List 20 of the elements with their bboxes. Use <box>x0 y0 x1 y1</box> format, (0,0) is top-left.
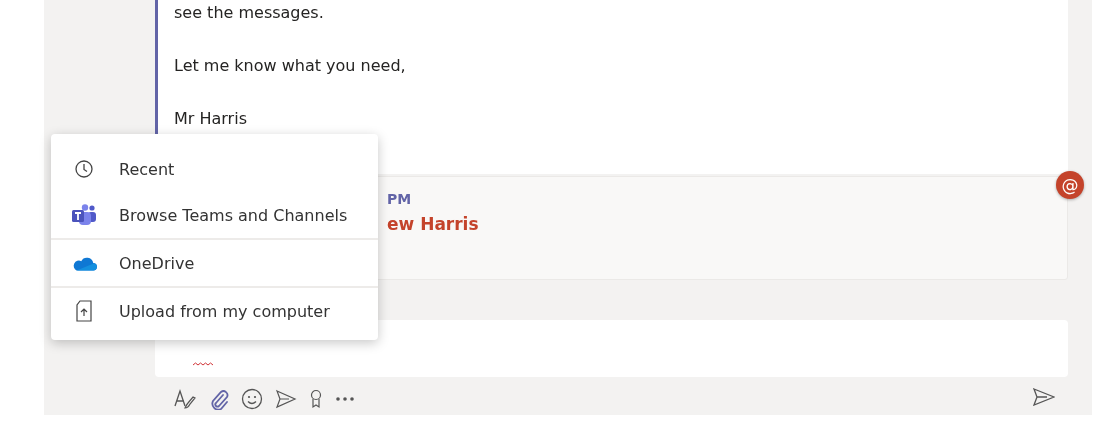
format-icon[interactable] <box>173 388 197 410</box>
message-text: see the messages. <box>174 2 325 24</box>
send-icon[interactable] <box>1033 388 1055 406</box>
message-text: Mr Harris <box>174 108 248 130</box>
paperclip-icon[interactable] <box>209 388 229 410</box>
message-text: Let me know what you need, <box>174 55 407 77</box>
emoji-icon[interactable] <box>241 388 263 410</box>
menu-item[interactable]: Upload from my computer <box>51 286 378 334</box>
file-upload-icon <box>75 300 93 322</box>
menu-item[interactable]: Browse Teams and Channels <box>51 192 378 238</box>
badge-icon[interactable] <box>309 389 323 409</box>
menu-item[interactable]: Recent <box>51 146 378 192</box>
author-name: ew Harris <box>387 213 480 236</box>
menu-item[interactable]: OneDrive <box>51 238 378 286</box>
mention-badge: @ <box>1056 171 1084 199</box>
message-time: PM <box>387 190 413 209</box>
teams-logo-icon <box>71 204 97 226</box>
more-icon[interactable] <box>335 396 355 402</box>
send-later-icon[interactable] <box>275 389 297 409</box>
clock-icon <box>74 159 94 179</box>
